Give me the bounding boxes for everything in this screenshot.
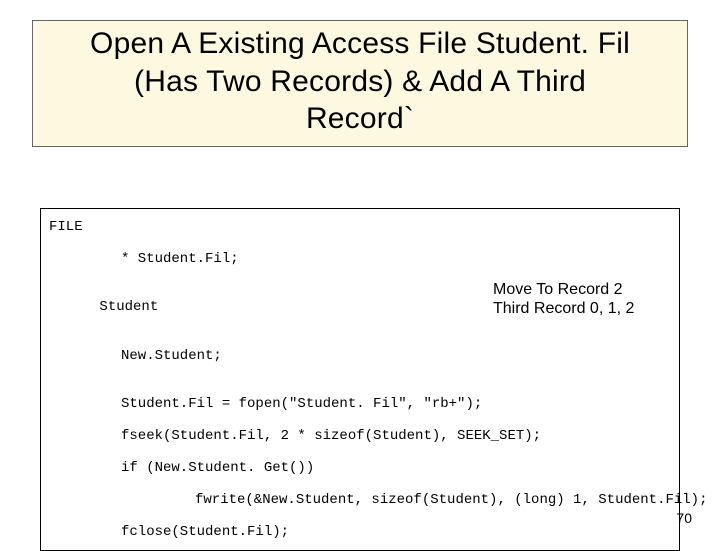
- code-line: Student Move To Record 2 Third Record 0,…: [49, 283, 671, 347]
- page-number: 70: [676, 510, 692, 526]
- code-text: Student: [99, 299, 158, 315]
- title-line-2: (Has Two Records) & Add A Third: [134, 65, 586, 98]
- title-line-1: Open A Existing Access File Student. Fil: [90, 27, 630, 60]
- code-line: New.Student;: [49, 348, 671, 364]
- blank-line: [49, 412, 671, 428]
- code-line: Student.Fil = fopen("Student. Fil", "rb+…: [49, 396, 671, 412]
- annotation: Move To Record 2 Third Record 0, 1, 2: [493, 281, 653, 318]
- slide-title: Open A Existing Access File Student. Fil…: [41, 25, 679, 138]
- slide: Open A Existing Access File Student. Fil…: [0, 0, 720, 540]
- code-line: if (New.Student. Get()): [49, 460, 671, 476]
- blank-line: [49, 380, 671, 396]
- blank-line: [49, 444, 671, 460]
- code-line: * Student.Fil;: [49, 251, 671, 267]
- blank-line: [49, 364, 671, 380]
- blank-line: [49, 508, 671, 524]
- title-box: Open A Existing Access File Student. Fil…: [32, 20, 688, 147]
- blank-line: [49, 476, 671, 492]
- code-line: fwrite(&New.Student, sizeof(Student), (l…: [49, 492, 671, 508]
- blank-line: [49, 235, 671, 251]
- code-box: FILE * Student.Fil; Student Move To Reco…: [40, 208, 680, 551]
- annotation-line-2: Third Record 0, 1, 2: [493, 300, 634, 317]
- title-line-3: Record`: [306, 102, 414, 135]
- code-line: fseek(Student.Fil, 2 * sizeof(Student), …: [49, 428, 671, 444]
- code-line: fclose(Student.Fil);: [49, 524, 671, 540]
- annotation-line-1: Move To Record 2: [493, 281, 623, 298]
- code-line: FILE: [49, 219, 671, 235]
